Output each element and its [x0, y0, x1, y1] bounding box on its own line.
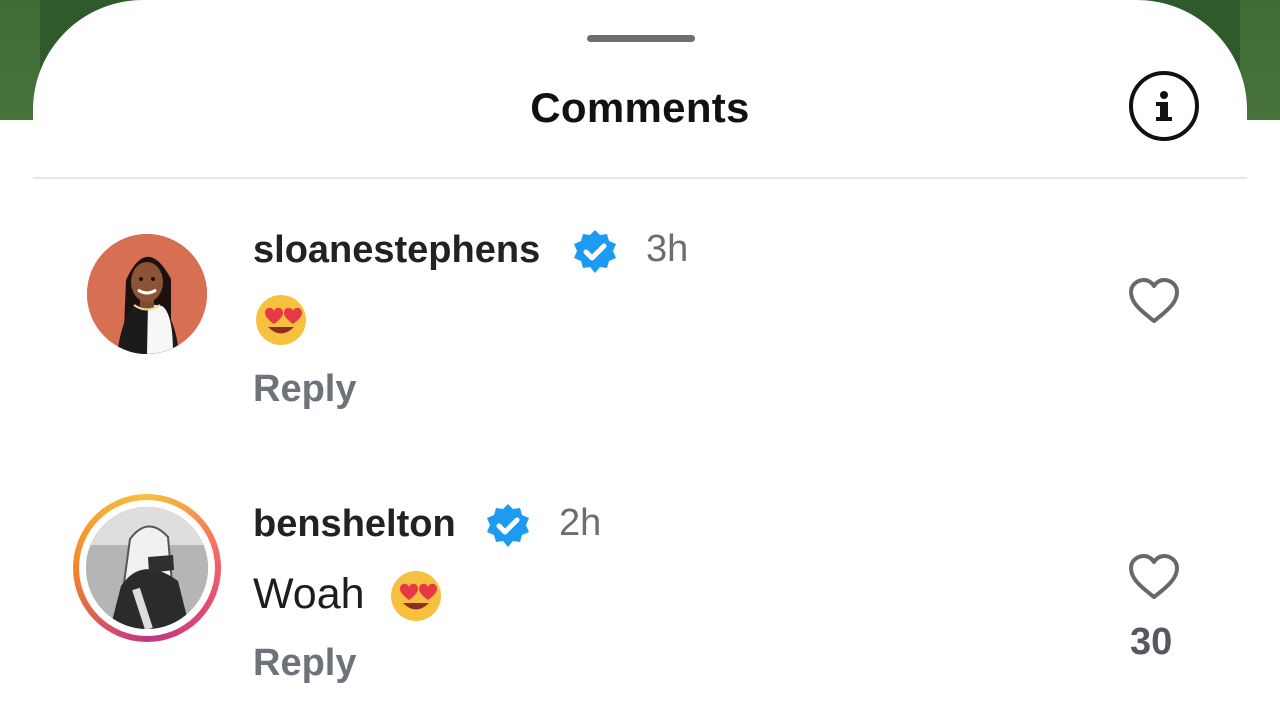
avatar[interactable] [86, 507, 208, 629]
verified-badge-icon [574, 230, 616, 273]
verified-badge-icon [487, 504, 529, 547]
info-glyph-icon [1156, 91, 1172, 121]
reply-button[interactable]: Reply [253, 368, 356, 411]
comment-username[interactable]: sloanestephens [253, 229, 540, 272]
heart-eyes-emoji [391, 571, 441, 621]
heart-eyes-emoji [256, 295, 306, 345]
heart-icon[interactable] [1127, 277, 1181, 325]
comment-time: 2h [559, 502, 602, 544]
profile-photo [87, 234, 207, 354]
info-icon[interactable] [1129, 71, 1199, 141]
page-title: Comments [530, 84, 750, 131]
comment-username[interactable]: benshelton [253, 503, 456, 546]
reply-button[interactable]: Reply [253, 642, 356, 685]
comment-text: Woah [253, 570, 365, 618]
avatar[interactable] [87, 234, 207, 354]
heart-icon[interactable] [1127, 553, 1181, 601]
like-count: 30 [1130, 621, 1173, 663]
sheet-grabber[interactable] [587, 35, 695, 42]
header-divider [33, 177, 1247, 179]
comment-time: 3h [646, 228, 689, 270]
profile-photo [86, 507, 208, 629]
